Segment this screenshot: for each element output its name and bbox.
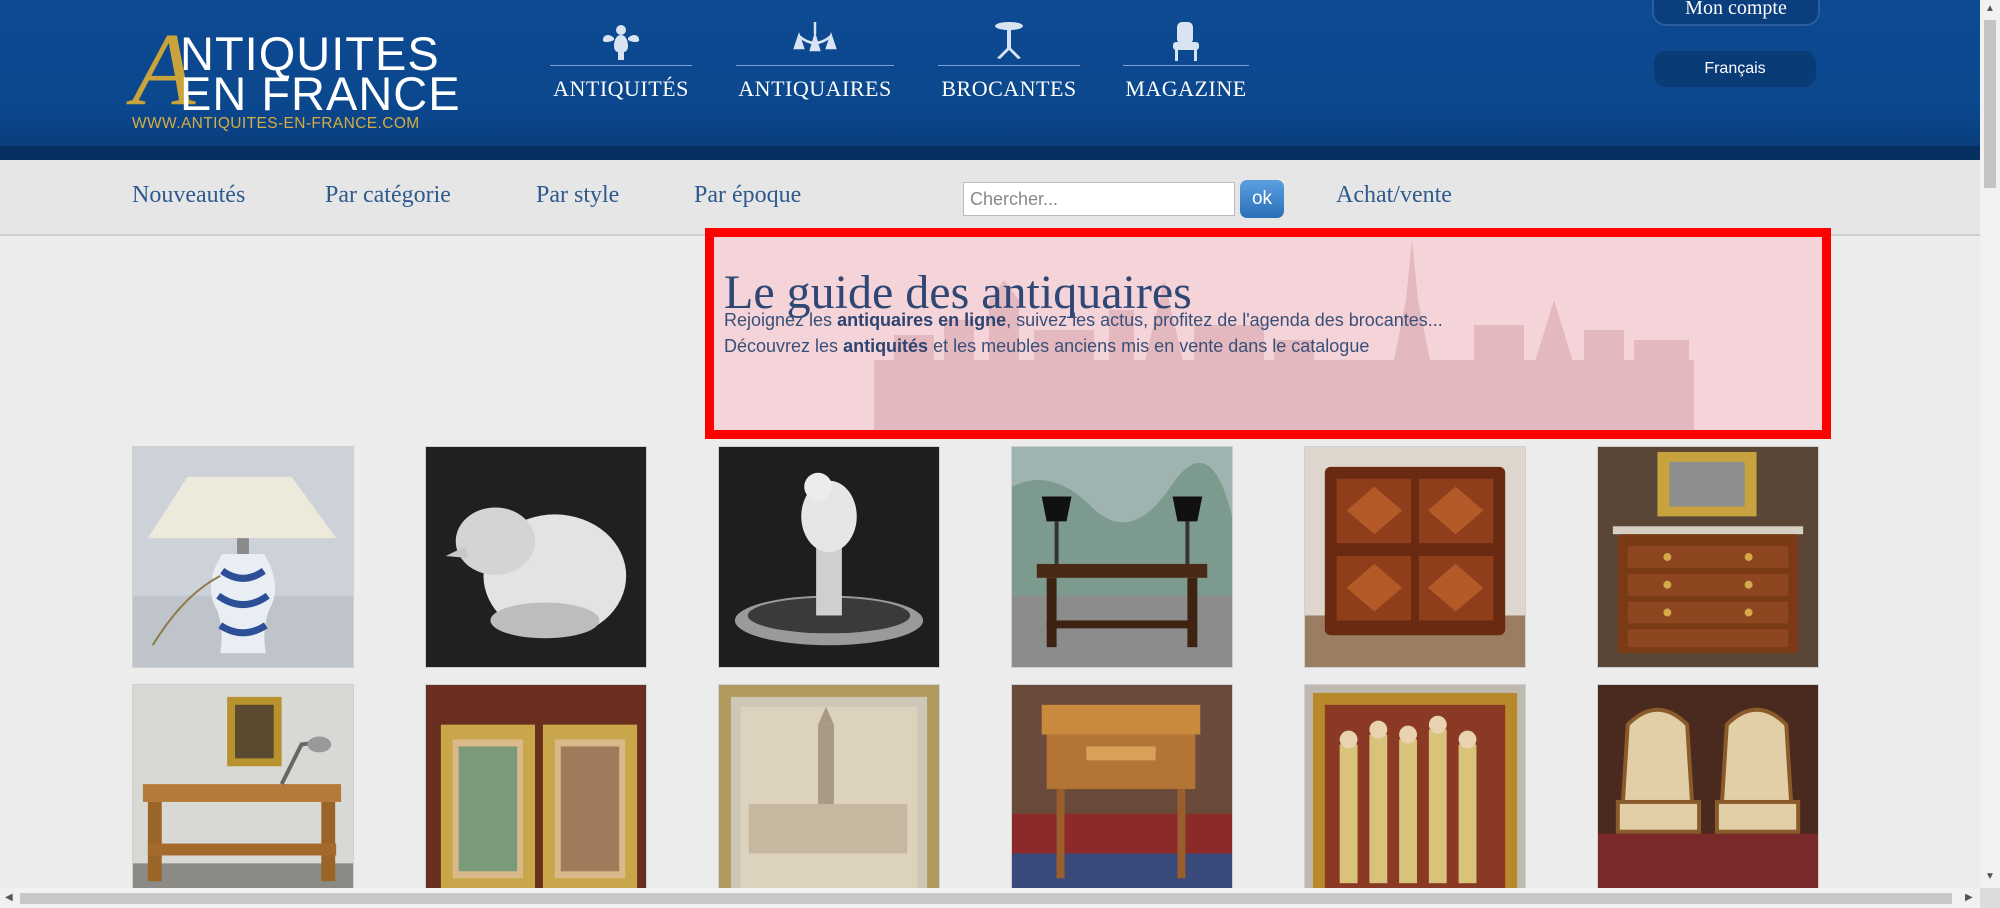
nav-label: MAGAZINE [1125, 76, 1247, 101]
dressing-table-image [1012, 685, 1232, 905]
commode-with-mirror-image [1598, 447, 1818, 667]
product-thumbnail[interactable] [1011, 446, 1233, 668]
refectory-table-image [1012, 447, 1232, 667]
scroll-down-arrow-icon[interactable]: ▼ [1985, 872, 1995, 882]
logo-url: WWW.ANTIQUITES-EN-FRANCE.COM [132, 115, 420, 132]
scroll-left-arrow-icon[interactable]: ◀ [5, 893, 13, 903]
glass-bird-image [426, 447, 646, 667]
intro-text: et les meubles anciens mis en vente dans… [928, 336, 1370, 356]
product-thumbnail[interactable] [1011, 684, 1233, 906]
product-thumbnail[interactable] [132, 446, 354, 668]
search-input[interactable] [963, 182, 1235, 216]
intro-line-2: Découvrez les antiquités et les meubles … [724, 336, 1369, 357]
framed-paintings-image [426, 685, 646, 905]
link-par-categorie[interactable]: Par catégorie [325, 182, 451, 209]
marquetry-cabinet-image [1305, 447, 1525, 667]
nav-label: ANTIQUITÉS [553, 76, 689, 101]
scrollbar-corner [1980, 888, 2000, 908]
framed-watercolor-image [719, 685, 939, 905]
product-thumbnail[interactable] [425, 446, 647, 668]
search-button[interactable]: ok [1240, 180, 1284, 218]
nav-antiquites[interactable]: ANTIQUITÉS [550, 20, 692, 110]
workbench-image [133, 685, 353, 905]
link-antiquites[interactable]: antiquités [843, 336, 928, 356]
intro-text: Rejoignez les [724, 310, 838, 330]
pedestal-table-icon [938, 20, 1080, 66]
tapestry-image [1305, 685, 1525, 905]
horizontal-scrollbar[interactable]: ◀ ▶ [0, 888, 1980, 908]
horizontal-scroll-thumb[interactable] [20, 893, 1952, 904]
vertical-scroll-thumb[interactable] [1984, 20, 1996, 188]
scroll-up-arrow-icon[interactable]: ▲ [1985, 4, 1995, 14]
nav-antiquaires[interactable]: ANTIQUAIRES [736, 20, 894, 110]
nav-brocantes[interactable]: BROCANTES [938, 20, 1080, 110]
product-thumbnail[interactable] [1304, 446, 1526, 668]
crystal-dove-dish-image [719, 447, 939, 667]
product-thumbnail[interactable] [718, 684, 940, 906]
chandelier-icon [736, 20, 894, 66]
language-selector[interactable]: Français [1654, 51, 1816, 87]
product-thumbnail[interactable] [1597, 684, 1819, 906]
cherub-icon [550, 20, 692, 66]
link-achat-vente[interactable]: Achat/vente [1336, 182, 1452, 209]
product-thumbnail[interactable] [132, 684, 354, 906]
nav-label: ANTIQUAIRES [738, 76, 892, 101]
intro-line-1: Rejoignez les antiquaires en ligne, suiv… [724, 310, 1443, 331]
nav-magazine[interactable]: MAGAZINE [1123, 20, 1249, 110]
product-thumbnail[interactable] [1597, 446, 1819, 668]
secondary-nav: Nouveautés Par catégorie Par style Par é… [0, 160, 1980, 236]
link-par-style[interactable]: Par style [536, 182, 619, 209]
product-thumbnail[interactable] [425, 684, 647, 906]
product-thumbnail[interactable] [718, 446, 940, 668]
link-antiquaires-en-ligne[interactable]: antiquaires en ligne [837, 310, 1006, 330]
porcelain-lamp-image [133, 447, 353, 667]
account-button[interactable]: Mon compte [1652, 0, 1820, 26]
logo-line-2: EN FRANCE [180, 67, 461, 120]
intro-text: , suivez les actus, profitez de l'agenda… [1006, 310, 1443, 330]
site-logo[interactable]: A NTIQUITES EN FRANCE WWW.ANTIQUITES-EN-… [130, 18, 460, 134]
link-par-epoque[interactable]: Par époque [694, 182, 801, 209]
nav-label: BROCANTES [941, 76, 1077, 101]
product-thumbnail[interactable] [1304, 684, 1526, 906]
louis-xv-armchairs-image [1598, 685, 1818, 905]
vertical-scrollbar[interactable]: ▲ ▼ [1980, 0, 2000, 888]
armchair-icon [1123, 20, 1249, 66]
scroll-right-arrow-icon[interactable]: ▶ [1965, 893, 1973, 903]
link-nouveautes[interactable]: Nouveautés [132, 182, 245, 209]
intro-text: Découvrez les [724, 336, 844, 356]
guide-banner: Le guide des antiquaires Rejoignez les a… [705, 228, 1831, 439]
site-header: A NTIQUITES EN FRANCE WWW.ANTIQUITES-EN-… [0, 0, 1980, 160]
